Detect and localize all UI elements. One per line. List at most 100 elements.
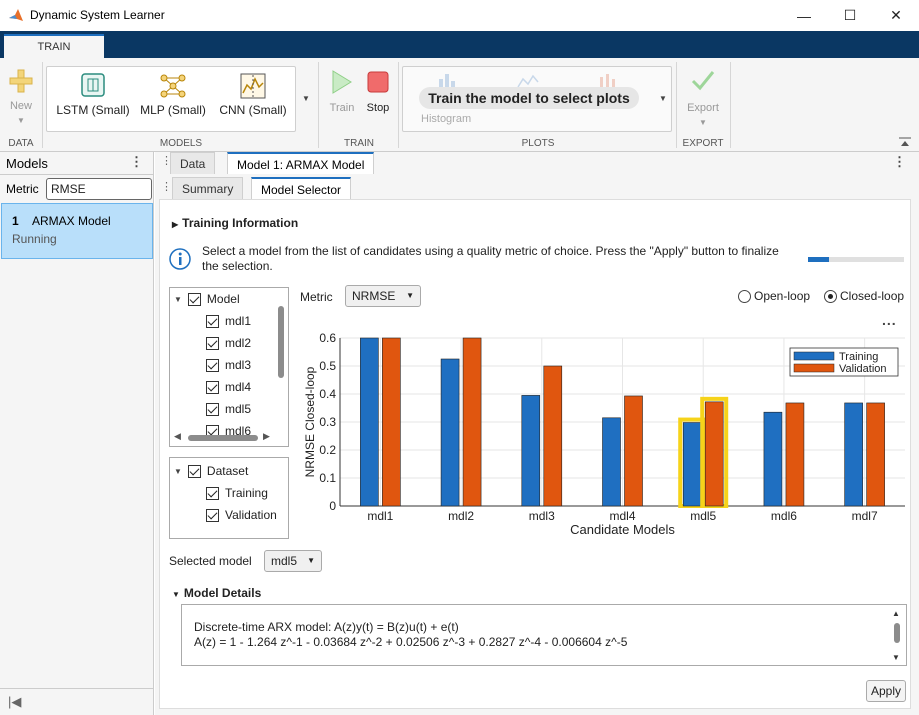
tab-train[interactable]: TRAIN: [4, 34, 104, 58]
title-bar: Dynamic System Learner — ☐ ✕: [0, 0, 919, 31]
scroll-up-icon[interactable]: ▲: [892, 609, 900, 618]
bar-training-mdl4: [602, 417, 621, 507]
mlp-small-button[interactable]: MLP (Small): [133, 71, 213, 127]
tab-summary[interactable]: Summary: [172, 177, 244, 199]
doc-menu-icon[interactable]: ⋮: [893, 154, 906, 170]
bar-training-mdl2: [440, 358, 460, 507]
scroll-right-icon[interactable]: ▶: [263, 431, 270, 442]
tree-hscrollbar-thumb[interactable]: [188, 435, 258, 441]
model-tree-item-mdl5[interactable]: mdl5: [206, 398, 251, 420]
model-tree-item-mdl3[interactable]: mdl3: [206, 354, 251, 376]
divider: [0, 688, 154, 689]
train-group-label: TRAIN: [344, 138, 374, 149]
plus-icon: [9, 69, 33, 93]
plots-gallery: Train the model to select plots Histogra…: [402, 66, 672, 132]
close-button[interactable]: ✕: [873, 0, 919, 31]
models-gallery: LSTM (Small) MLP (Small) CNN (Small): [46, 66, 296, 132]
export-button[interactable]: Export ▼: [680, 66, 726, 132]
dataset-tree-root[interactable]: ▼ Dataset: [174, 460, 248, 482]
training-checkbox[interactable]: [206, 486, 219, 500]
train-button[interactable]: Train: [324, 66, 360, 122]
chart-more-icon[interactable]: ...: [882, 312, 897, 328]
scroll-left-icon[interactable]: ◀: [174, 431, 181, 442]
metric-select-label: Metric: [300, 290, 333, 304]
selected-model-dropdown[interactable]: mdl5 ▼: [264, 550, 322, 572]
models-panel: Models ⋮ Metric RMSE (Validation) 1 ARMA…: [0, 152, 154, 715]
details-scrollbar-thumb[interactable]: [894, 623, 900, 643]
metric-select-dropdown[interactable]: NRMSE ▼: [345, 285, 421, 307]
tab-model-selector[interactable]: Model Selector: [251, 177, 352, 199]
dataset-item-training[interactable]: Training: [206, 482, 268, 504]
nrmse-bar-chart: 0 0.1 0.2 0.3 0.4 0.5 0.6 mdl1 mdl2 mdl3 mdl4 mdl5 m…: [303, 331, 905, 537]
mdl4-label: mdl4: [225, 380, 252, 394]
divider: [0, 174, 154, 175]
collapse-panel-icon[interactable]: |◀: [8, 694, 21, 710]
mdl5-label: mdl5: [225, 402, 252, 416]
closed-loop-radio-circle[interactable]: [824, 290, 837, 304]
gallery-expand-chevron-icon[interactable]: ▼: [298, 66, 314, 132]
model-tree: ▼ Model mdl1 mdl2 mdl3 mdl4 mdl5 mdl6 ◀ ▶: [169, 287, 289, 447]
dataset-item-validation[interactable]: Validation: [206, 504, 277, 526]
collapse-ribbon-icon[interactable]: [898, 136, 912, 148]
y-tick-label: 0.1: [319, 471, 336, 485]
apply-button[interactable]: Apply: [866, 680, 906, 702]
model-tree-root[interactable]: ▼ Model: [174, 288, 240, 310]
model-root-label: Model: [206, 292, 240, 306]
tree-hscrollbar[interactable]: ◀ ▶: [170, 431, 288, 445]
mdl3-checkbox[interactable]: [206, 358, 219, 372]
tab-data[interactable]: Data: [170, 152, 216, 174]
model-tree-item-mdl4[interactable]: mdl4: [206, 376, 251, 398]
training-info-label: Training Information: [182, 216, 299, 230]
model-list-item[interactable]: 1 ARMAX Model Running: [1, 203, 153, 259]
closed-loop-radio[interactable]: Closed-loop: [824, 289, 905, 304]
chevron-down-icon: ▼: [17, 116, 25, 125]
info-text: Select a model from the list of candidat…: [202, 244, 779, 273]
model-details-toggle[interactable]: ▼ Model Details: [172, 586, 261, 600]
open-loop-radio-circle[interactable]: [738, 290, 751, 304]
mdl3-label: mdl3: [225, 358, 252, 372]
train-label: Train: [329, 102, 355, 114]
scroll-down-icon[interactable]: ▼: [892, 653, 900, 662]
dataset-root-checkbox[interactable]: [187, 464, 201, 478]
x-tick-label: mdl2: [448, 509, 474, 523]
tab-model-1[interactable]: Model 1: ARMAX Model: [227, 152, 375, 174]
panel-menu-icon[interactable]: ⋮: [130, 154, 143, 170]
closed-loop-label: Closed-loop: [840, 289, 905, 303]
open-loop-radio[interactable]: Open-loop: [738, 289, 810, 304]
validation-checkbox[interactable]: [206, 508, 219, 522]
bar-validation-mdl5: [704, 401, 724, 507]
x-tick-label: mdl6: [771, 509, 797, 523]
chevron-down-icon: ▼: [307, 556, 315, 565]
model-tree-item-mdl2[interactable]: mdl2: [206, 332, 251, 354]
legend-swatch-training: [793, 351, 835, 361]
mdl5-checkbox[interactable]: [206, 402, 219, 416]
progress-bar: [808, 257, 904, 262]
bar-validation-mdl6: [785, 402, 805, 507]
plots-expand-chevron-icon[interactable]: ▼: [655, 66, 671, 132]
mdl2-checkbox[interactable]: [206, 336, 219, 350]
x-tick-label: mdl7: [852, 509, 878, 523]
mdl1-checkbox[interactable]: [206, 314, 219, 328]
bar-validation-mdl2: [462, 337, 482, 507]
metric-label: Metric: [6, 182, 39, 196]
y-tick-label: 0.3: [319, 415, 336, 429]
new-button[interactable]: New ▼: [4, 64, 38, 128]
tree-scrollbar-track[interactable]: [277, 302, 285, 422]
bar-validation-mdl4: [624, 395, 643, 507]
cnn-small-button[interactable]: CNN (Small): [213, 71, 293, 127]
stop-button[interactable]: Stop: [362, 66, 394, 122]
chevron-down-icon: ▼: [174, 466, 182, 476]
minimize-button[interactable]: —: [781, 0, 827, 31]
model-details-line-1: Discrete-time ARX model: A(z)y(t) = B(z)…: [194, 620, 459, 634]
training-info-toggle[interactable]: ▶ Training Information: [172, 216, 298, 230]
metric-dropdown[interactable]: RMSE (Validation): [46, 178, 152, 216]
model-details-textarea[interactable]: Discrete-time ARX model: A(z)y(t) = B(z)…: [181, 604, 907, 666]
tree-scrollbar-thumb[interactable]: [278, 306, 284, 378]
lstm-small-button[interactable]: LSTM (Small): [51, 71, 135, 127]
model-root-checkbox[interactable]: [187, 292, 201, 306]
mdl4-checkbox[interactable]: [206, 380, 219, 394]
divider: [730, 62, 731, 148]
maximize-button[interactable]: ☐: [827, 0, 873, 31]
chevron-down-icon: ▼: [406, 291, 414, 300]
model-tree-item-mdl1[interactable]: mdl1: [206, 310, 251, 332]
